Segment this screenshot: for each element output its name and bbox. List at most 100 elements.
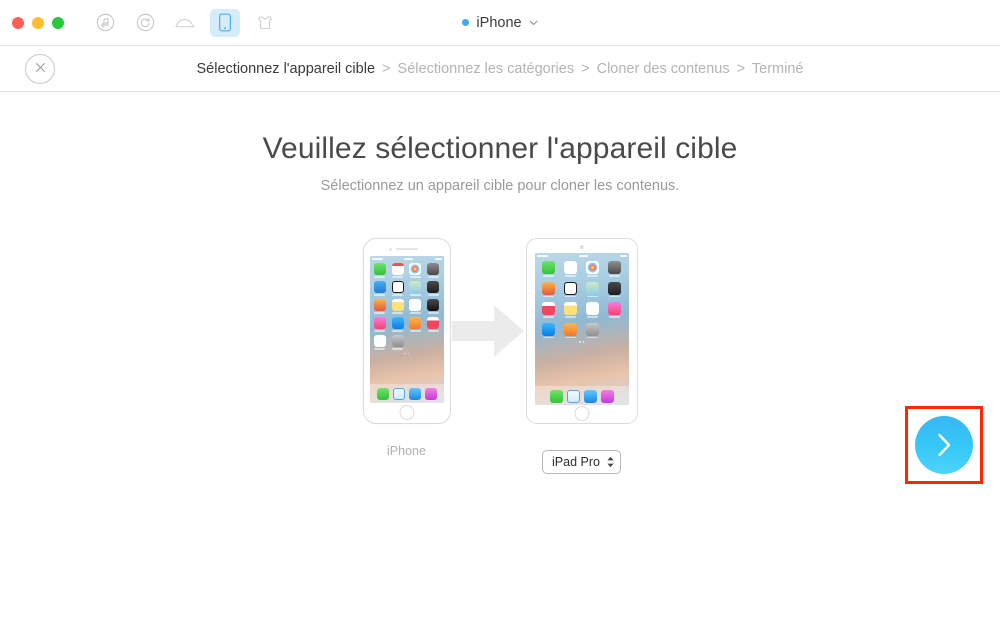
- app-icon: [391, 263, 404, 278]
- chevron-down-icon[interactable]: [529, 18, 538, 29]
- music-icon-button[interactable]: [90, 9, 120, 37]
- app-icon: [563, 302, 577, 318]
- app-icon: [541, 302, 555, 318]
- app-icon-photo-booth: [541, 302, 555, 315]
- app-icon: [373, 335, 386, 350]
- app-icon-contacts: [541, 281, 555, 295]
- breadcrumb-step-3[interactable]: Cloner des contenus: [597, 61, 730, 77]
- target-device-select[interactable]: iPad Pro: [542, 450, 621, 474]
- app-icon: [541, 322, 555, 338]
- app-icon-label: [409, 276, 421, 278]
- app-icon-label: [564, 295, 576, 297]
- app-icon-label: [427, 276, 439, 278]
- app-icon: [373, 263, 386, 278]
- page-title: Veuillez sélectionner l'appareil cible: [262, 132, 738, 165]
- app-icon-facetime: [541, 261, 555, 274]
- app-icon-label: [609, 295, 621, 297]
- app-icon: [391, 317, 404, 332]
- app-icon-vidéos: [427, 281, 440, 293]
- app-icon-label: [409, 330, 421, 332]
- app-icon-label: [392, 312, 404, 314]
- ipad-camera-icon: [579, 245, 584, 249]
- dock-icon-téléphone: [376, 388, 389, 400]
- app-icon: [427, 263, 440, 278]
- dock-icon-musique: [600, 389, 614, 403]
- breadcrumb-step-2[interactable]: Sélectionnez les catégories: [398, 61, 575, 77]
- breadcrumb-step-4[interactable]: Terminé: [752, 61, 804, 77]
- toolkit-icon-button[interactable]: [250, 9, 280, 37]
- app-icon-app-store: [391, 317, 404, 329]
- refresh-icon: [136, 13, 155, 32]
- app-icon-météo: [373, 281, 386, 293]
- app-icon: [541, 261, 555, 277]
- breadcrumb-separator: >: [581, 60, 590, 77]
- app-icon-news: [427, 317, 440, 329]
- app-icon-label: [587, 336, 599, 338]
- next-button[interactable]: [915, 416, 973, 474]
- phone-device-icon-button[interactable]: [210, 8, 240, 37]
- cloud-icon: [174, 13, 197, 32]
- dock-icon-messages: [549, 389, 563, 403]
- phone-speaker: [395, 248, 418, 250]
- breadcrumb-separator: >: [736, 60, 746, 77]
- dock: [534, 386, 629, 405]
- app-icon-label: [542, 275, 554, 277]
- app-icon-rappels: [409, 299, 422, 311]
- toolbar: [90, 8, 280, 37]
- app-icon-label: [409, 312, 421, 314]
- target-device-label-slot: iPad Pro: [542, 440, 621, 474]
- page-subtitle: Sélectionnez un appareil cible pour clon…: [320, 178, 680, 194]
- app-icon-label: [374, 330, 386, 332]
- next-button-highlight: [905, 406, 983, 484]
- app-icon-label: [392, 348, 404, 350]
- app-icon: [391, 299, 404, 314]
- app-icon-horloge: [391, 281, 404, 293]
- app-icon-label: [587, 316, 599, 318]
- app-icon-label: [392, 330, 404, 332]
- source-device[interactable]: iPhone: [362, 238, 451, 462]
- dock-icon-mail: [583, 389, 597, 403]
- window-maximize-button[interactable]: [52, 16, 64, 29]
- refresh-icon-button[interactable]: [130, 9, 160, 37]
- window-controls: [12, 16, 64, 29]
- dock: [369, 384, 444, 403]
- app-icon-réglages: [586, 322, 600, 336]
- connection-status-dot: [462, 19, 470, 26]
- app-icon-label: [564, 316, 576, 318]
- app-icon: [586, 281, 600, 297]
- app-icon-appareil-photo: [608, 261, 622, 274]
- app-icon: [373, 317, 386, 332]
- cloud-icon-button[interactable]: [170, 9, 200, 37]
- dock-icon-mail: [408, 388, 421, 400]
- application-window: iPhone Sélectionnez l'appareil cible > S…: [0, 0, 1000, 620]
- app-icon: [391, 281, 404, 296]
- iphone-frame: [362, 238, 451, 424]
- app-icon-messages: [373, 263, 386, 275]
- app-icon-label: [564, 336, 576, 338]
- app-icon-calendrier: [563, 261, 577, 274]
- app-icon-ibooks: [409, 317, 422, 329]
- app-icon: [608, 281, 622, 297]
- window-close-button[interactable]: [12, 16, 24, 29]
- app-icon-label: [374, 294, 386, 296]
- app-icon-label: [609, 316, 621, 318]
- phone-camera-icon: [388, 247, 392, 251]
- app-icon-calendrier: [391, 263, 404, 275]
- app-icon-vidéos: [608, 281, 622, 295]
- main-content: Veuillez sélectionner l'appareil cible S…: [0, 92, 1000, 620]
- app-icon: [563, 322, 577, 338]
- home-button-icon: [399, 405, 414, 420]
- target-device[interactable]: iPad Pro: [525, 238, 638, 474]
- app-icon: [608, 261, 622, 277]
- stepper-arrows-icon[interactable]: [606, 456, 615, 468]
- app-icon-horloge: [563, 281, 577, 295]
- iphone-screen: [369, 256, 444, 403]
- breadcrumb: Sélectionnez l'appareil cible > Sélectio…: [0, 61, 1000, 77]
- app-icon-label: [587, 275, 599, 277]
- app-icon-wallet: [373, 299, 386, 311]
- app-icon: [563, 281, 577, 297]
- source-device-label: iPhone: [387, 444, 426, 458]
- app-icon-bourse: [427, 299, 440, 311]
- breadcrumb-step-1[interactable]: Sélectionnez l'appareil cible: [197, 61, 376, 77]
- window-minimize-button[interactable]: [32, 16, 44, 29]
